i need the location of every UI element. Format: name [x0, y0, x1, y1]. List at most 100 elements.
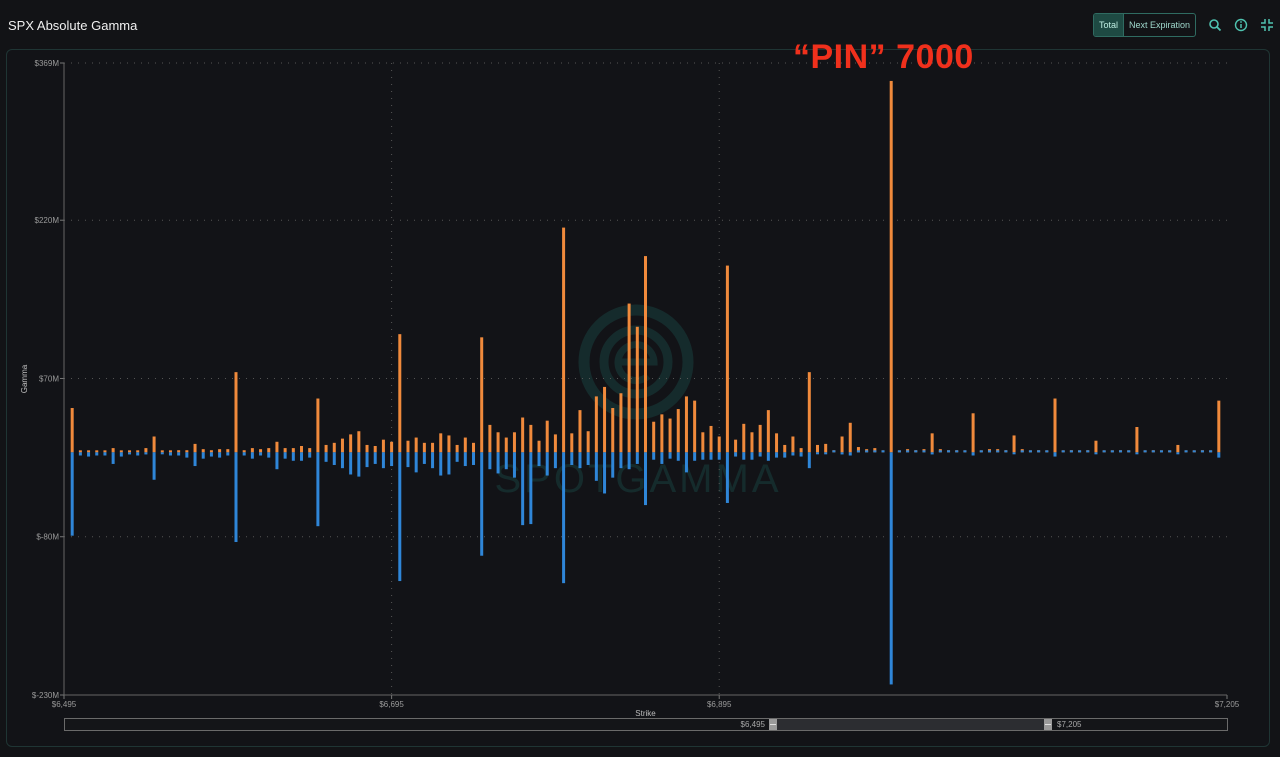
put-gamma-bar: [1086, 450, 1090, 453]
call-gamma-bar: [439, 433, 443, 453]
put-gamma-bar: [209, 452, 213, 457]
slider-min-handle[interactable]: [769, 719, 777, 730]
put-gamma-bar: [873, 450, 877, 453]
call-gamma-bar: [226, 449, 230, 453]
put-gamma-bar: [906, 450, 910, 453]
call-gamma-bar: [783, 444, 787, 453]
call-gamma-bar: [750, 432, 754, 453]
put-gamma-bar: [234, 452, 238, 543]
slider-selected-range[interactable]: [777, 719, 1048, 730]
put-gamma-bar: [488, 452, 492, 470]
call-gamma-bar: [422, 442, 426, 453]
put-gamma-bar: [783, 452, 787, 458]
put-gamma-bar: [619, 452, 623, 469]
x-tick-label: $6,495: [52, 700, 77, 709]
call-gamma-bar: [447, 435, 451, 453]
call-gamma-bar: [152, 436, 156, 453]
call-gamma-bar: [234, 372, 238, 453]
call-gamma-bar: [291, 448, 295, 453]
put-gamma-bar: [742, 452, 746, 460]
put-gamma-bar: [562, 452, 566, 584]
put-gamma-bar: [930, 452, 934, 455]
put-gamma-bar: [111, 452, 115, 464]
put-gamma-bar: [414, 452, 418, 473]
put-gamma-bar: [275, 452, 279, 470]
x-tick-label: $7,205: [1215, 700, 1240, 709]
put-gamma-bar: [996, 450, 1000, 453]
put-gamma-bar: [193, 452, 197, 467]
put-gamma-bar: [504, 452, 508, 470]
call-gamma-bar: [1217, 400, 1221, 453]
put-gamma-bar: [684, 452, 688, 473]
put-gamma-bar: [472, 452, 476, 465]
put-gamma-bar: [422, 452, 426, 464]
call-gamma-bar: [603, 386, 607, 453]
call-gamma-bar: [218, 449, 222, 453]
put-gamma-bar: [1168, 450, 1172, 453]
put-gamma-bar: [381, 452, 385, 469]
put-gamma-bar: [185, 452, 189, 458]
put-gamma-bar: [668, 452, 672, 459]
put-gamma-bar: [1217, 452, 1221, 458]
call-gamma-bar: [431, 442, 435, 453]
put-gamma-bar: [128, 452, 132, 455]
gamma-chart: SPOTGAMMA $369M$220M$70M$-80M$-230M$6,49…: [20, 59, 1240, 718]
put-gamma-bar: [1045, 450, 1049, 453]
put-gamma-bar: [283, 452, 287, 459]
call-gamma-bar: [545, 420, 549, 453]
call-gamma-bar: [275, 441, 279, 453]
call-gamma-bar: [406, 440, 410, 453]
put-gamma-bar: [922, 450, 926, 453]
call-gamma-bar: [521, 417, 525, 453]
call-gamma-bar: [1135, 427, 1139, 453]
put-gamma-bar: [889, 452, 893, 685]
put-gamma-bar: [725, 452, 729, 503]
put-gamma-bar: [1151, 450, 1155, 453]
call-gamma-bar: [512, 432, 516, 453]
call-gamma-bar: [537, 440, 541, 453]
y-tick-label: $70M: [39, 374, 59, 383]
call-gamma-bar: [635, 326, 639, 453]
y-tick-label: $-80M: [36, 533, 59, 542]
put-gamma-bar: [775, 452, 779, 458]
put-gamma-bar: [1143, 450, 1147, 453]
put-gamma-bar: [177, 452, 181, 456]
put-gamma-bar: [627, 452, 631, 470]
slider-max-handle[interactable]: [1044, 719, 1052, 730]
call-gamma-bar: [644, 256, 647, 453]
call-gamma-bar: [160, 450, 164, 453]
put-gamma-bar: [955, 450, 959, 453]
put-gamma-bar: [594, 452, 598, 481]
call-gamma-bar: [725, 265, 729, 453]
call-gamma-bar: [693, 400, 697, 453]
put-gamma-bar: [553, 452, 557, 469]
put-gamma-bar: [1004, 450, 1008, 453]
put-gamma-bar: [815, 452, 819, 455]
put-gamma-bar: [963, 450, 967, 453]
call-gamma-bar: [791, 436, 795, 453]
put-gamma-bar: [971, 452, 975, 456]
x-axis-label: Strike: [635, 709, 656, 718]
put-gamma-bar: [807, 452, 811, 469]
put-gamma-bar: [406, 452, 410, 468]
put-gamma-bar: [390, 452, 394, 467]
put-gamma-bar: [119, 452, 123, 457]
call-gamma-bar: [316, 398, 320, 453]
put-gamma-bar: [1037, 450, 1041, 453]
call-gamma-bar: [611, 408, 615, 453]
put-gamma-bar: [709, 452, 713, 460]
put-gamma-bar: [947, 450, 951, 453]
put-gamma-bar: [340, 452, 344, 469]
put-gamma-bar: [1061, 450, 1065, 453]
put-gamma-bar: [1012, 452, 1016, 455]
call-gamma-bar: [103, 450, 107, 453]
call-gamma-bar: [87, 450, 91, 453]
x-tick-label: $6,695: [379, 700, 404, 709]
call-gamma-bar: [742, 423, 746, 453]
put-gamma-bar: [357, 452, 361, 477]
strike-range-slider[interactable]: $6,495 $7,205: [64, 718, 1228, 731]
put-gamma-bar: [95, 452, 99, 456]
call-gamma-bar: [562, 227, 566, 453]
call-gamma-bar: [324, 444, 328, 453]
put-gamma-bar: [226, 452, 230, 456]
